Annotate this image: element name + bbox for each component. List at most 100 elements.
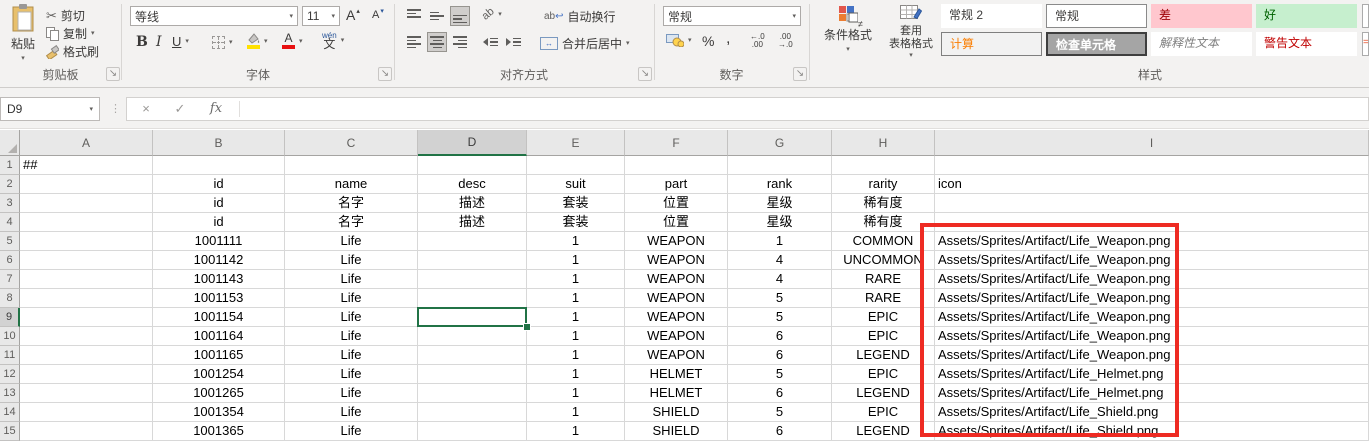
cell-C14[interactable]: Life bbox=[285, 403, 418, 422]
borders-button[interactable]: ▾ bbox=[212, 36, 233, 49]
row-header-2[interactable]: 2 bbox=[0, 175, 20, 194]
cell-G9[interactable]: 5 bbox=[728, 308, 832, 327]
cell-D6[interactable] bbox=[418, 251, 527, 270]
cell-B4[interactable]: id bbox=[153, 213, 285, 232]
style-cell-check[interactable]: 检查单元格 bbox=[1046, 32, 1147, 56]
column-header-F[interactable]: F bbox=[625, 130, 728, 156]
row-header-5[interactable]: 5 bbox=[0, 232, 20, 251]
cell-A3[interactable] bbox=[20, 194, 153, 213]
cell-H13[interactable]: LEGEND bbox=[832, 384, 935, 403]
cell-E5[interactable]: 1 bbox=[527, 232, 625, 251]
cell-B6[interactable]: 1001142 bbox=[153, 251, 285, 270]
cell-C13[interactable]: Life bbox=[285, 384, 418, 403]
cell-F12[interactable]: HELMET bbox=[625, 365, 728, 384]
align-center-button[interactable] bbox=[427, 32, 447, 52]
cell-F4[interactable]: 位置 bbox=[625, 213, 728, 232]
cell-C9[interactable]: Life bbox=[285, 308, 418, 327]
cell-G3[interactable]: 星级 bbox=[728, 194, 832, 213]
cell-A13[interactable] bbox=[20, 384, 153, 403]
style-cell-explain[interactable]: 解释性文本 bbox=[1151, 32, 1252, 56]
cell-G11[interactable]: 6 bbox=[728, 346, 832, 365]
cell-G5[interactable]: 1 bbox=[728, 232, 832, 251]
cell-B1[interactable] bbox=[153, 156, 285, 175]
cell-B11[interactable]: 1001165 bbox=[153, 346, 285, 365]
paste-button[interactable]: 粘贴 ▾ bbox=[4, 4, 42, 62]
phonetic-guide-button[interactable]: wén 文 ▾ bbox=[322, 32, 344, 48]
row-header-7[interactable]: 7 bbox=[0, 270, 20, 289]
cell-C11[interactable]: Life bbox=[285, 346, 418, 365]
column-header-A[interactable]: A bbox=[20, 130, 153, 156]
style-cell-good[interactable]: 好 bbox=[1256, 4, 1357, 28]
cell-G1[interactable] bbox=[728, 156, 832, 175]
cell-I6[interactable]: Assets/Sprites/Artifact/Life_Weapon.png bbox=[935, 251, 1369, 270]
cell-C6[interactable]: Life bbox=[285, 251, 418, 270]
merge-center-button[interactable]: ↔ 合并后居中 ▾ bbox=[540, 35, 630, 52]
align-bottom-button[interactable] bbox=[450, 6, 470, 26]
style-cell-calc[interactable]: 计算 bbox=[941, 32, 1042, 56]
cell-D2[interactable]: desc bbox=[418, 175, 527, 194]
cell-I7[interactable]: Assets/Sprites/Artifact/Life_Weapon.png bbox=[935, 270, 1369, 289]
cell-C8[interactable]: Life bbox=[285, 289, 418, 308]
format-as-table-button[interactable]: 套用 表格格式 ▾ bbox=[882, 5, 940, 59]
cell-C12[interactable]: Life bbox=[285, 365, 418, 384]
cell-C10[interactable]: Life bbox=[285, 327, 418, 346]
row-header-10[interactable]: 10 bbox=[0, 327, 20, 346]
cell-E7[interactable]: 1 bbox=[527, 270, 625, 289]
cell-F5[interactable]: WEAPON bbox=[625, 232, 728, 251]
cell-A12[interactable] bbox=[20, 365, 153, 384]
percent-style-button[interactable]: % bbox=[702, 33, 714, 49]
cell-I8[interactable]: Assets/Sprites/Artifact/Life_Weapon.png bbox=[935, 289, 1369, 308]
cell-A15[interactable] bbox=[20, 422, 153, 441]
decrease-decimal-button[interactable]: .00→.0 bbox=[778, 33, 793, 49]
cell-G7[interactable]: 4 bbox=[728, 270, 832, 289]
row-header-13[interactable]: 13 bbox=[0, 384, 20, 403]
shrink-font-button[interactable]: A ▾ bbox=[372, 9, 384, 21]
cell-B13[interactable]: 1001265 bbox=[153, 384, 285, 403]
cell-I12[interactable]: Assets/Sprites/Artifact/Life_Helmet.png bbox=[935, 365, 1369, 384]
row-header-1[interactable]: 1 bbox=[0, 156, 20, 175]
cell-H4[interactable]: 稀有度 bbox=[832, 213, 935, 232]
cell-B7[interactable]: 1001143 bbox=[153, 270, 285, 289]
increase-decimal-button[interactable]: ←.0.00 bbox=[750, 33, 765, 49]
cell-G13[interactable]: 6 bbox=[728, 384, 832, 403]
cell-I9[interactable]: Assets/Sprites/Artifact/Life_Weapon.png bbox=[935, 308, 1369, 327]
cell-A10[interactable] bbox=[20, 327, 153, 346]
column-header-C[interactable]: C bbox=[285, 130, 418, 156]
cell-F14[interactable]: SHIELD bbox=[625, 403, 728, 422]
column-header-D[interactable]: D bbox=[418, 130, 527, 156]
cell-I1[interactable] bbox=[935, 156, 1369, 175]
row-header-6[interactable]: 6 bbox=[0, 251, 20, 270]
cell-I11[interactable]: Assets/Sprites/Artifact/Life_Weapon.png bbox=[935, 346, 1369, 365]
cell-A8[interactable] bbox=[20, 289, 153, 308]
number-format-select[interactable]: 常规 ▾ bbox=[663, 6, 801, 26]
number-dialog-launcher[interactable]: ↘ bbox=[793, 67, 807, 81]
alignment-dialog-launcher[interactable]: ↘ bbox=[638, 67, 652, 81]
row-header-4[interactable]: 4 bbox=[0, 213, 20, 232]
cell-C3[interactable]: 名字 bbox=[285, 194, 418, 213]
cell-C4[interactable]: 名字 bbox=[285, 213, 418, 232]
cell-A6[interactable] bbox=[20, 251, 153, 270]
cell-G12[interactable]: 5 bbox=[728, 365, 832, 384]
orientation-button[interactable]: ab ▾ bbox=[482, 8, 502, 20]
cell-G8[interactable]: 5 bbox=[728, 289, 832, 308]
cell-G2[interactable]: rank bbox=[728, 175, 832, 194]
select-all-corner[interactable] bbox=[0, 130, 20, 156]
column-header-B[interactable]: B bbox=[153, 130, 285, 156]
row-header-9[interactable]: 9 bbox=[0, 308, 20, 327]
cell-A1[interactable]: ## bbox=[20, 156, 153, 175]
style-cell-bad[interactable]: 差 bbox=[1151, 4, 1252, 28]
cell-I15[interactable]: Assets/Sprites/Artifact/Life_Shield.png bbox=[935, 422, 1369, 441]
name-box[interactable]: D9 ▾ bbox=[0, 97, 100, 121]
cell-B14[interactable]: 1001354 bbox=[153, 403, 285, 422]
cell-H12[interactable]: EPIC bbox=[832, 365, 935, 384]
cell-G4[interactable]: 星级 bbox=[728, 213, 832, 232]
column-header-I[interactable]: I bbox=[935, 130, 1369, 156]
cell-D11[interactable] bbox=[418, 346, 527, 365]
row-header-12[interactable]: 12 bbox=[0, 365, 20, 384]
style-cell-selected[interactable]: 常规 bbox=[1046, 4, 1147, 28]
cell-C5[interactable]: Life bbox=[285, 232, 418, 251]
cell-F15[interactable]: SHIELD bbox=[625, 422, 728, 441]
cell-F8[interactable]: WEAPON bbox=[625, 289, 728, 308]
copy-button[interactable]: 复制 ▾ bbox=[46, 25, 95, 42]
cell-G6[interactable]: 4 bbox=[728, 251, 832, 270]
